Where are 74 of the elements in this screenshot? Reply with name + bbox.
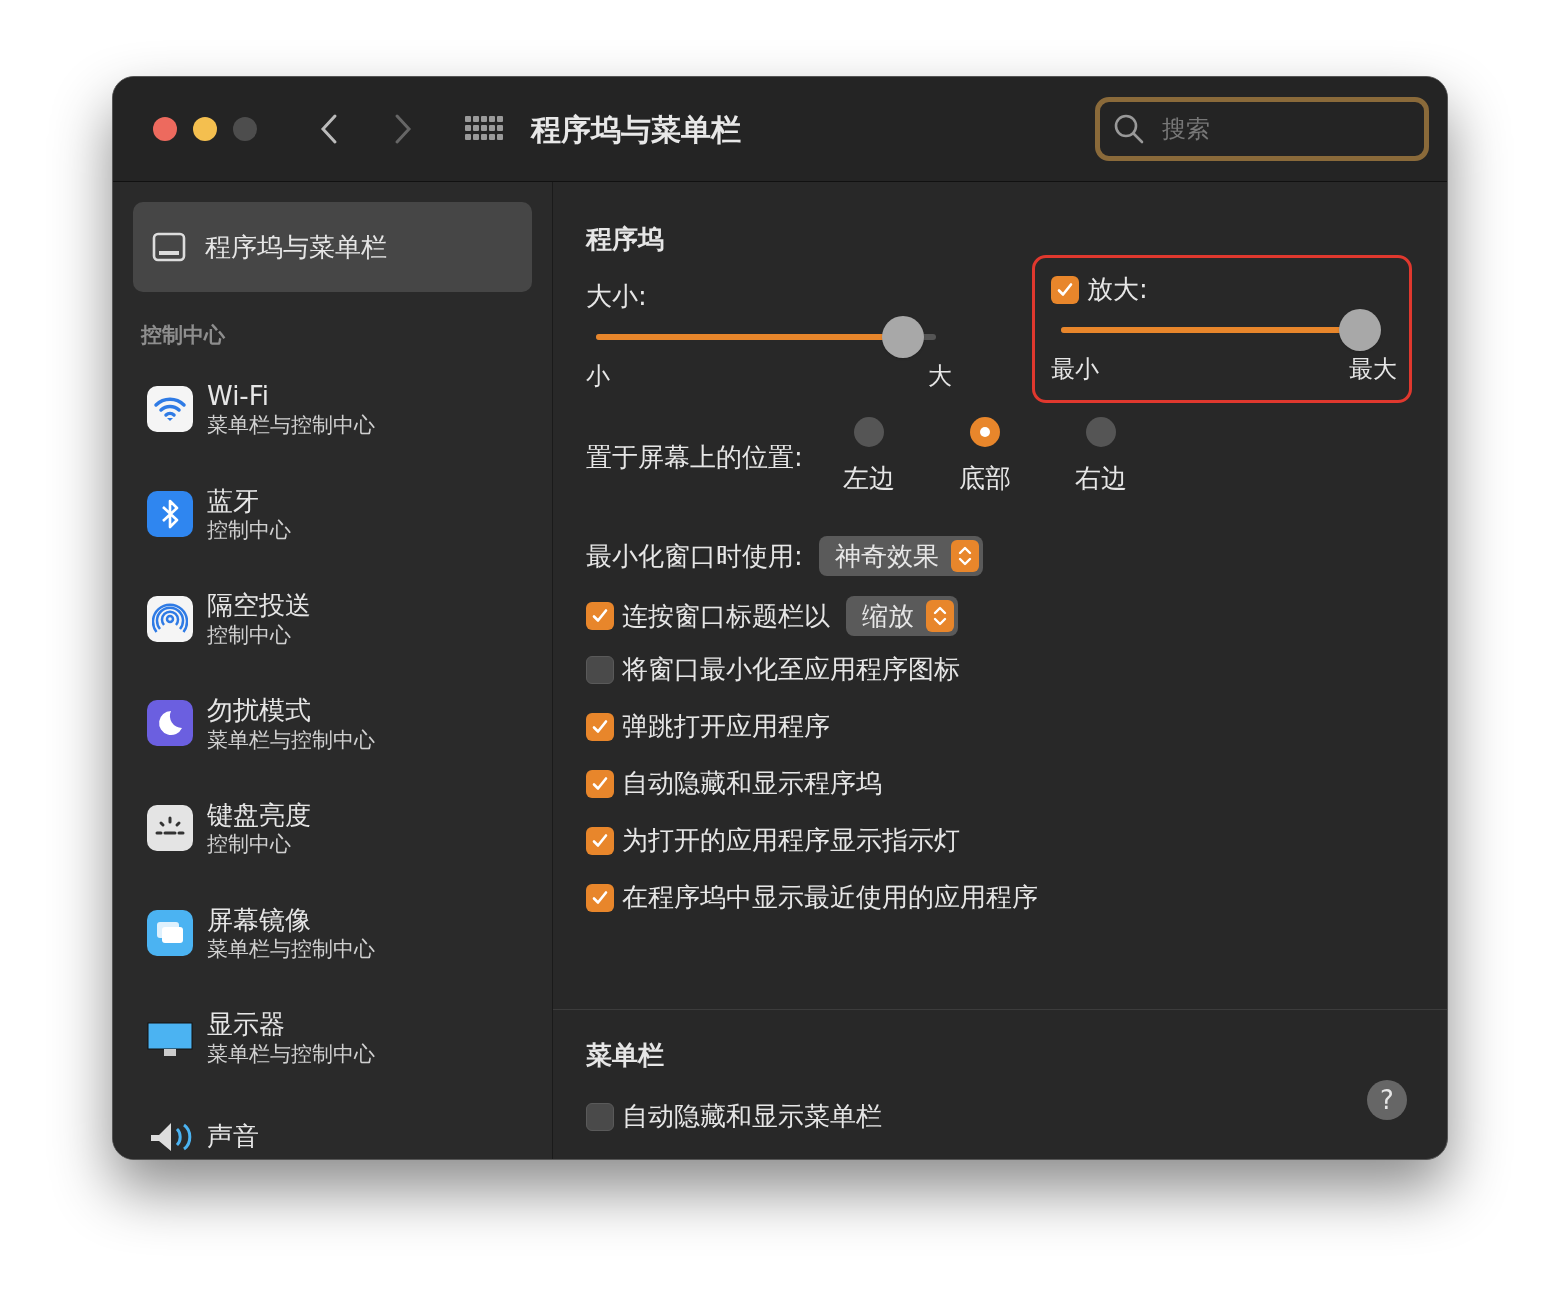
chevron-updown-icon: [926, 600, 954, 632]
radio-label: 底部: [958, 462, 1011, 495]
sidebar-section-title: 控制中心: [139, 322, 226, 350]
sidebar-item-title[interactable]: 声音: [207, 1119, 259, 1153]
popup-button[interactable]: 缩放: [846, 596, 958, 636]
minimize-button[interactable]: [193, 117, 217, 141]
sidebar-item-subtitle: 控制中心: [207, 831, 292, 858]
radio-label: 左边: [842, 462, 895, 495]
airdrop-icon: [147, 595, 193, 642]
sidebar-item-title[interactable]: 显示器: [207, 1008, 375, 1041]
slider-min-label: 小: [586, 361, 610, 392]
position-label: 置于屏幕上的位置:: [586, 441, 803, 474]
sidebar-item-title[interactable]: 勿扰模式: [207, 694, 375, 727]
window-title: 程序坞与菜单栏: [531, 110, 741, 149]
sidebar-item-title[interactable]: 屏幕镜像: [207, 903, 375, 936]
checkmark-icon: [591, 774, 609, 793]
magnification-label: 放大:: [1087, 273, 1148, 306]
sidebar-item-title[interactable]: 隔空投送: [207, 589, 311, 622]
checkmark-icon: [591, 607, 609, 625]
size-label: 大小:: [586, 280, 648, 313]
sidebar-item-subtitle: 菜单栏与控制中心: [207, 1040, 375, 1067]
checkbox-label: 弹跳打开应用程序: [622, 710, 830, 743]
checkbox[interactable]: [586, 769, 614, 798]
section-title: 菜单栏: [586, 1039, 665, 1072]
sidebar-item-title[interactable]: 蓝牙: [207, 484, 291, 517]
checkbox-label: 将窗口最小化至应用程序图标: [622, 653, 960, 686]
checkmark-icon: [591, 888, 609, 907]
bluetooth-icon: [147, 490, 193, 537]
moon-icon: [147, 700, 193, 747]
wifi-icon: [147, 386, 193, 433]
checkbox[interactable]: [1051, 275, 1079, 304]
sidebar-item-title[interactable]: 键盘亮度: [207, 798, 311, 832]
checkbox[interactable]: [586, 883, 614, 912]
help-button[interactable]: ?: [1367, 1080, 1407, 1120]
checkbox[interactable]: [586, 602, 614, 630]
sidebar-item-label: 程序坞与菜单栏: [205, 230, 387, 264]
screen-mirroring-icon: [147, 909, 193, 956]
keyboard-brightness-icon: [147, 805, 193, 852]
checkbox[interactable]: [586, 712, 614, 741]
slider-max-label: 大: [928, 361, 952, 392]
close-button[interactable]: [153, 117, 177, 141]
forward-icon[interactable]: [393, 113, 413, 145]
sidebar-item-subtitle: 菜单栏与控制中心: [207, 936, 375, 963]
section-title: 程序坞: [586, 223, 665, 256]
checkmark-icon: [591, 831, 609, 850]
slider-min-label: 最小: [1051, 354, 1099, 385]
popup-button[interactable]: 神奇效果: [818, 536, 983, 576]
checkbox-label: 为打开的应用程序显示指示灯: [622, 824, 960, 857]
back-icon[interactable]: [319, 113, 339, 145]
search-icon: [1113, 113, 1145, 145]
search-field[interactable]: 搜索: [1095, 97, 1429, 161]
slider-max-label: 最大: [1349, 354, 1397, 385]
sidebar-item-subtitle: 控制中心: [207, 621, 292, 648]
checkbox-label: 连按窗口标题栏以: [622, 599, 830, 633]
sidebar-item-subtitle: 菜单栏与控制中心: [207, 726, 375, 753]
sidebar-item-subtitle: 菜单栏与控制中心: [207, 412, 375, 439]
grid-icon[interactable]: [465, 116, 503, 142]
chevron-updown-icon: [950, 540, 979, 572]
checkbox-label: 在程序坞中显示最近使用的应用程序: [622, 881, 1038, 914]
radio-button[interactable]: [1085, 417, 1116, 447]
checkmark-icon: [591, 717, 609, 736]
minimize-effect-label: 最小化窗口时使用:: [586, 539, 803, 573]
checkbox[interactable]: [586, 826, 614, 855]
radio-button[interactable]: [969, 417, 1000, 447]
radio-button[interactable]: [853, 417, 884, 447]
checkbox-label: 自动隐藏和显示程序坞: [622, 767, 882, 800]
checkbox-label: 自动隐藏和显示菜单栏: [622, 1100, 882, 1133]
checkbox[interactable]: [586, 655, 614, 684]
sidebar-item-title[interactable]: Wi-Fi: [207, 379, 375, 413]
checkmark-icon: [1056, 280, 1074, 299]
checkbox[interactable]: [586, 1102, 614, 1131]
sidebar-item[interactable]: 程序坞与菜单栏: [133, 202, 532, 293]
sidebar-item-subtitle: 控制中心: [207, 517, 291, 544]
radio-label: 右边: [1074, 462, 1127, 495]
